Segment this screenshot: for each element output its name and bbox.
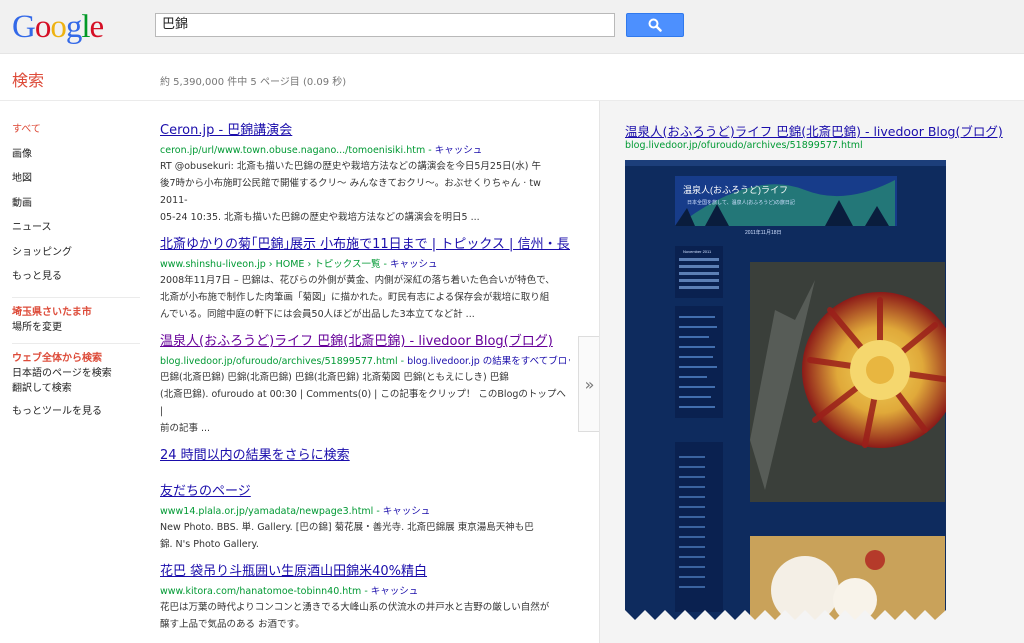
logo-letter: e <box>89 9 105 45</box>
result-item: 温泉人(おふろうど)ライフ 巴錦(北斎巴錦) - livedoor Blog(ブ… <box>160 333 570 437</box>
result-title-link[interactable]: 花巴 袋吊り斗瓶囲い生原酒山田錦米40%精白 <box>160 563 570 581</box>
more-tools-link[interactable]: もっとツールを見る <box>12 404 140 419</box>
result-title-link[interactable]: Ceron.jp - 巴錦講演会 <box>160 122 570 140</box>
results-list: Ceron.jp - 巴錦講演会 ceron.jp/url/www.town.o… <box>160 122 570 643</box>
logo-letter: o <box>50 9 66 45</box>
logo-letter: g <box>65 9 82 45</box>
snippet-line: 後7時から小布施町公民館で開催するクリ〜 みんなきておクリ〜。おぶせくりちゃん … <box>160 178 541 206</box>
scope-japanese-link[interactable]: 日本語のページを検索 <box>12 366 140 381</box>
preview-screenshot[interactable]: 温泉人(おふろうど)ライフ 日本全国を旅して、温泉人(おふろうど)の旅日記 20… <box>625 160 946 620</box>
left-nav: すべて 画像 地図 動画 ニュース ショッピング もっと見る 埼玉県さいたま市 場所を変更 … <box>12 122 140 419</box>
preview-toggle-button[interactable]: » <box>578 336 600 432</box>
result-url: ceron.jp/url/www.town.obuse.nagano.../to… <box>160 145 483 156</box>
logo-letter: l <box>81 9 90 45</box>
snippet-line: 巴錦(北斎巴錦) 巴錦(北斎巴錦) 巴錦(北斎巴錦) 北斎菊図 巴錦(ともえにし… <box>160 372 509 383</box>
result-item: 北斎ゆかりの菊｢巴錦｣展示 小布施で11日まで | トピックス | 信州・長野県… <box>160 236 570 323</box>
snippet-line: (北斎巴錦). ofuroudo at 00:30 | Comments(0) … <box>160 389 566 417</box>
sub-header <box>0 54 1024 101</box>
search-button[interactable] <box>626 13 684 37</box>
snippet-line: RT @obusekuri: 北斎も描いた巴錦の歴史や栽培方法などの講演会を今日… <box>160 161 541 172</box>
block-site-link[interactable]: blog.livedoor.jp の結果をすべてブロック <box>407 356 570 367</box>
result-url: www.shinshu-liveon.jp › HOME › トピックス一覧 -… <box>160 259 438 270</box>
change-location-link[interactable]: 場所を変更 <box>12 320 140 335</box>
location-label: 埼玉県さいたま市 <box>12 306 92 318</box>
nav-type-item[interactable]: 地図 <box>12 171 140 196</box>
result-snippet: 花巴は万葉の時代よりコンコンと湧きでる大峰山系の伏流水の井戸水と吉野の厳しい自然… <box>160 599 570 633</box>
logo-letter: o <box>34 9 51 45</box>
snippet-line: 花巴は万葉の時代よりコンコンと湧きでる大峰山系の伏流水の井戸水と吉野の厳しい自然… <box>160 602 550 613</box>
more-results-link[interactable]: 24 時間以内の結果をさらに検索 <box>160 447 570 465</box>
result-snippet: 2008年11月7日 – 巴錦は、花びらの外側が黄金、内側が深紅の落ち着いた色合… <box>160 272 570 323</box>
nav-divider <box>12 296 140 298</box>
search-type-list: すべて 画像 地図 動画 ニュース ショッピング もっと見る <box>12 122 140 294</box>
result-url-text: www14.plala.or.jp/yamadata/newpage3.html <box>160 506 374 517</box>
result-stats: 約 5,390,000 件中 5 ページ目 (0.09 秒) <box>160 77 347 88</box>
snippet-line: 2008年11月7日 – 巴錦は、花びらの外側が黄金、内側が深紅の落ち着いた色合… <box>160 275 555 286</box>
result-item: 花巴 袋吊り斗瓶囲い生原酒山田錦米40%精白 www.kitora.com/ha… <box>160 563 570 633</box>
nav-type-item[interactable]: 動画 <box>12 196 140 221</box>
nav-type-item[interactable]: もっと見る <box>12 269 140 294</box>
scope-translate-link[interactable]: 翻訳して検索 <box>12 381 140 396</box>
preview-url: blog.livedoor.jp/ofuroudo/archives/51899… <box>625 140 863 151</box>
result-item: Ceron.jp - 巴錦講演会 ceron.jp/url/www.town.o… <box>160 122 570 226</box>
cache-link[interactable]: キャッシュ <box>383 506 431 517</box>
top-bar: Google 巴錦 <box>0 0 1024 54</box>
result-title-link[interactable]: 北斎ゆかりの菊｢巴錦｣展示 小布施で11日まで | トピックス | 信州・長野県… <box>160 236 570 254</box>
snippet-line: 北斎が小布施で制作した肉筆画「菊図」に描かれた。町民有志による保存会が栽培に取り… <box>160 292 550 303</box>
blog-subtitle-text: 日本全国を旅して、温泉人(おふろうど)の旅日記 <box>687 199 795 206</box>
cache-link[interactable]: キャッシュ <box>435 145 483 156</box>
result-url-text: blog.livedoor.jp/ofuroudo/archives/51899… <box>160 356 398 367</box>
result-title-link[interactable]: 温泉人(おふろうど)ライフ 巴錦(北斎巴錦) - livedoor Blog(ブ… <box>160 333 570 351</box>
nav-type-item[interactable]: すべて <box>12 122 140 147</box>
logo-letter: G <box>12 9 36 45</box>
result-url: www14.plala.or.jp/yamadata/newpage3.html… <box>160 506 431 517</box>
snippet-line: New Photo. BBS. 単. Gallery. [巴の錦] 菊花展・善光… <box>160 522 534 533</box>
preview-title-link[interactable]: 温泉人(おふろうど)ライフ 巴錦(北斎巴錦) - livedoor Blog(ブ… <box>625 121 1003 140</box>
snippet-line: 錦. N's Photo Gallery. <box>160 539 259 550</box>
google-logo[interactable]: Google <box>12 8 105 46</box>
result-url-text: www.kitora.com/hanatomoe-tobinn40.htm <box>160 586 362 597</box>
result-title-link[interactable]: 友だちのページ <box>160 483 570 501</box>
snippet-line: 醸す上品で気品のある お酒です。 <box>160 619 305 630</box>
search-input[interactable]: 巴錦 <box>155 13 615 37</box>
result-url-text: ceron.jp/url/www.town.obuse.nagano.../to… <box>160 145 426 156</box>
result-snippet: New Photo. BBS. 単. Gallery. [巴の錦] 菊花展・善光… <box>160 519 570 553</box>
calendar-title-text: November 2011 <box>683 249 712 254</box>
result-snippet: 巴錦(北斎巴錦) 巴錦(北斎巴錦) 巴錦(北斎巴錦) 北斎菊図 巴錦(ともえにし… <box>160 369 570 437</box>
nav-type-item[interactable]: ニュース <box>12 220 140 245</box>
blog-title-text: 温泉人(おふろうど)ライフ <box>683 184 788 195</box>
cache-link[interactable]: キャッシュ <box>371 586 419 597</box>
magnifier-icon <box>648 18 662 32</box>
result-url-text: www.shinshu-liveon.jp › HOME › トピックス一覧 <box>160 259 381 270</box>
cache-link[interactable]: キャッシュ <box>390 259 438 270</box>
result-item: 友だちのページ www14.plala.or.jp/yamadata/newpa… <box>160 483 570 553</box>
post-date-text: 2011年11月18日 <box>745 229 782 236</box>
page-label: 検索 <box>12 71 45 90</box>
snippet-line: 05-24 10:35. 北斎も描いた巴錦の歴史や栽培方法などの講演会を明日5 … <box>160 212 480 223</box>
snippet-line: 前の記事 ... <box>160 423 211 434</box>
nav-divider <box>12 342 140 344</box>
nav-type-item[interactable]: ショッピング <box>12 245 140 270</box>
scope-heading[interactable]: ウェブ全体から検索 <box>12 352 140 366</box>
result-url: blog.livedoor.jp/ofuroudo/archives/51899… <box>160 355 570 369</box>
result-snippet: RT @obusekuri: 北斎も描いた巴錦の歴史や栽培方法などの講演会を今日… <box>160 158 570 226</box>
snippet-line: んでいる。同館中庭の軒下には会員50人ほどが出品した3本立てなど計 ... <box>160 309 475 320</box>
result-url: www.kitora.com/hanatomoe-tobinn40.htm - … <box>160 586 419 597</box>
blog-preview-image: 温泉人(おふろうど)ライフ 日本全国を旅して、温泉人(おふろうど)の旅日記 20… <box>625 160 946 620</box>
nav-type-item[interactable]: 画像 <box>12 147 140 172</box>
